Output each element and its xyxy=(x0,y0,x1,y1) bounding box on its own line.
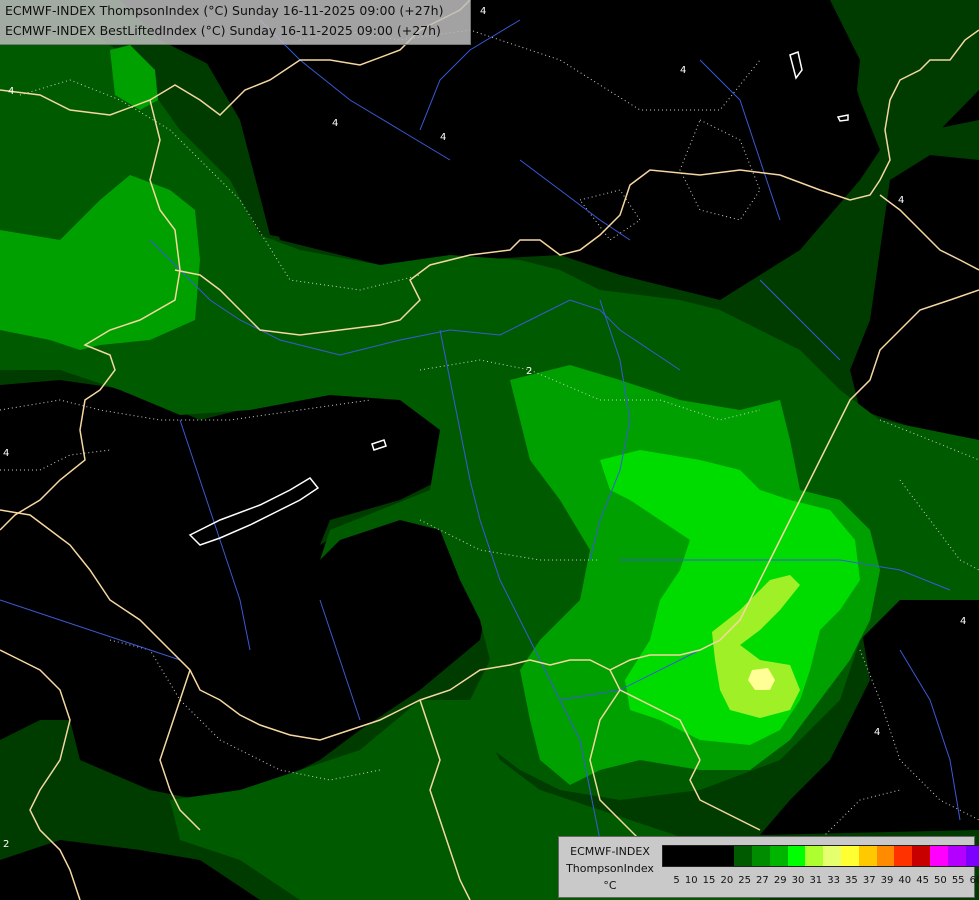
contour-label: 4 xyxy=(440,132,446,143)
legend-swatch xyxy=(823,846,841,866)
legend-tick-label: 27 xyxy=(756,875,769,886)
color-legend: ECMWF-INDEX ThompsonIndex °C 5 10 15 20 25 27… xyxy=(558,836,979,898)
contour-label: 4 xyxy=(3,448,9,459)
legend-swatch xyxy=(912,846,930,866)
legend-tick-label: 15 xyxy=(702,875,716,886)
legend-tick-label: 31 xyxy=(809,875,823,886)
legend-tick-label: 50 xyxy=(934,875,947,886)
contour-label: 4 xyxy=(898,195,904,206)
legend-tick-label: 29 xyxy=(773,875,787,886)
legend-tick-label: 60 xyxy=(969,875,979,886)
contour-label: 4 xyxy=(960,616,966,627)
legend-tick-label: 30 xyxy=(791,875,805,886)
map-title-primary: ECMWF-INDEX ThompsonIndex (°C) Sunday 16… xyxy=(5,3,444,18)
legend-tick-label: 35 xyxy=(845,875,858,886)
legend-tick-label: 37 xyxy=(862,875,876,886)
map-title-secondary: ECMWF-INDEX BestLiftedIndex (°C) Sunday … xyxy=(5,23,441,38)
legend-swatch xyxy=(716,846,735,866)
legend-swatch xyxy=(769,846,788,866)
legend-tick-label: 33 xyxy=(827,875,840,886)
contour-label: 4 xyxy=(8,86,14,97)
legend-tick-label: 10 xyxy=(684,875,698,886)
map-title-box: ECMWF-INDEX ThompsonIndex (°C) Sunday 16… xyxy=(0,0,471,45)
legend-unit: °C xyxy=(603,879,617,892)
legend-swatch xyxy=(876,846,895,866)
legend-tick-label: 45 xyxy=(916,875,929,886)
legend-tick-label: 20 xyxy=(720,875,734,886)
legend-tick-label: 39 xyxy=(880,875,894,886)
legend-swatch xyxy=(751,846,770,866)
legend-parameter: ThompsonIndex xyxy=(566,862,654,875)
contour-label: 4 xyxy=(480,6,486,17)
contour-label: 2 xyxy=(526,366,532,377)
contour-label: 4 xyxy=(680,65,686,76)
legend-swatch xyxy=(894,846,913,866)
legend-tick-label: 5 xyxy=(673,875,680,886)
weather-map: 4 4 4 4 4 2 4 4 2 4 4 xyxy=(0,0,979,900)
legend-swatch xyxy=(840,846,859,866)
legend-swatch xyxy=(929,846,948,866)
legend-ticks: 5 10 15 20 25 27 29 30 31 33 35 37 39 40 45 50 55 60 xyxy=(662,875,979,886)
legend-swatch xyxy=(947,846,966,866)
legend-tick-label: 25 xyxy=(738,875,751,886)
legend-swatch xyxy=(734,846,752,866)
legend-swatch xyxy=(698,846,717,866)
contour-label: 2 xyxy=(3,839,9,850)
legend-swatch xyxy=(858,846,877,866)
legend-model: ECMWF-INDEX xyxy=(570,845,650,858)
legend-swatch xyxy=(663,846,681,866)
legend-swatches xyxy=(662,845,979,867)
contour-label: 4 xyxy=(332,118,338,129)
legend-swatch xyxy=(805,846,824,866)
legend-tick-label: 40 xyxy=(898,875,912,886)
legend-swatch xyxy=(787,846,806,866)
legend-swatch xyxy=(965,846,979,866)
legend-swatch xyxy=(680,846,699,866)
legend-tick-label: 55 xyxy=(951,875,965,886)
contour-label: 4 xyxy=(874,727,880,738)
